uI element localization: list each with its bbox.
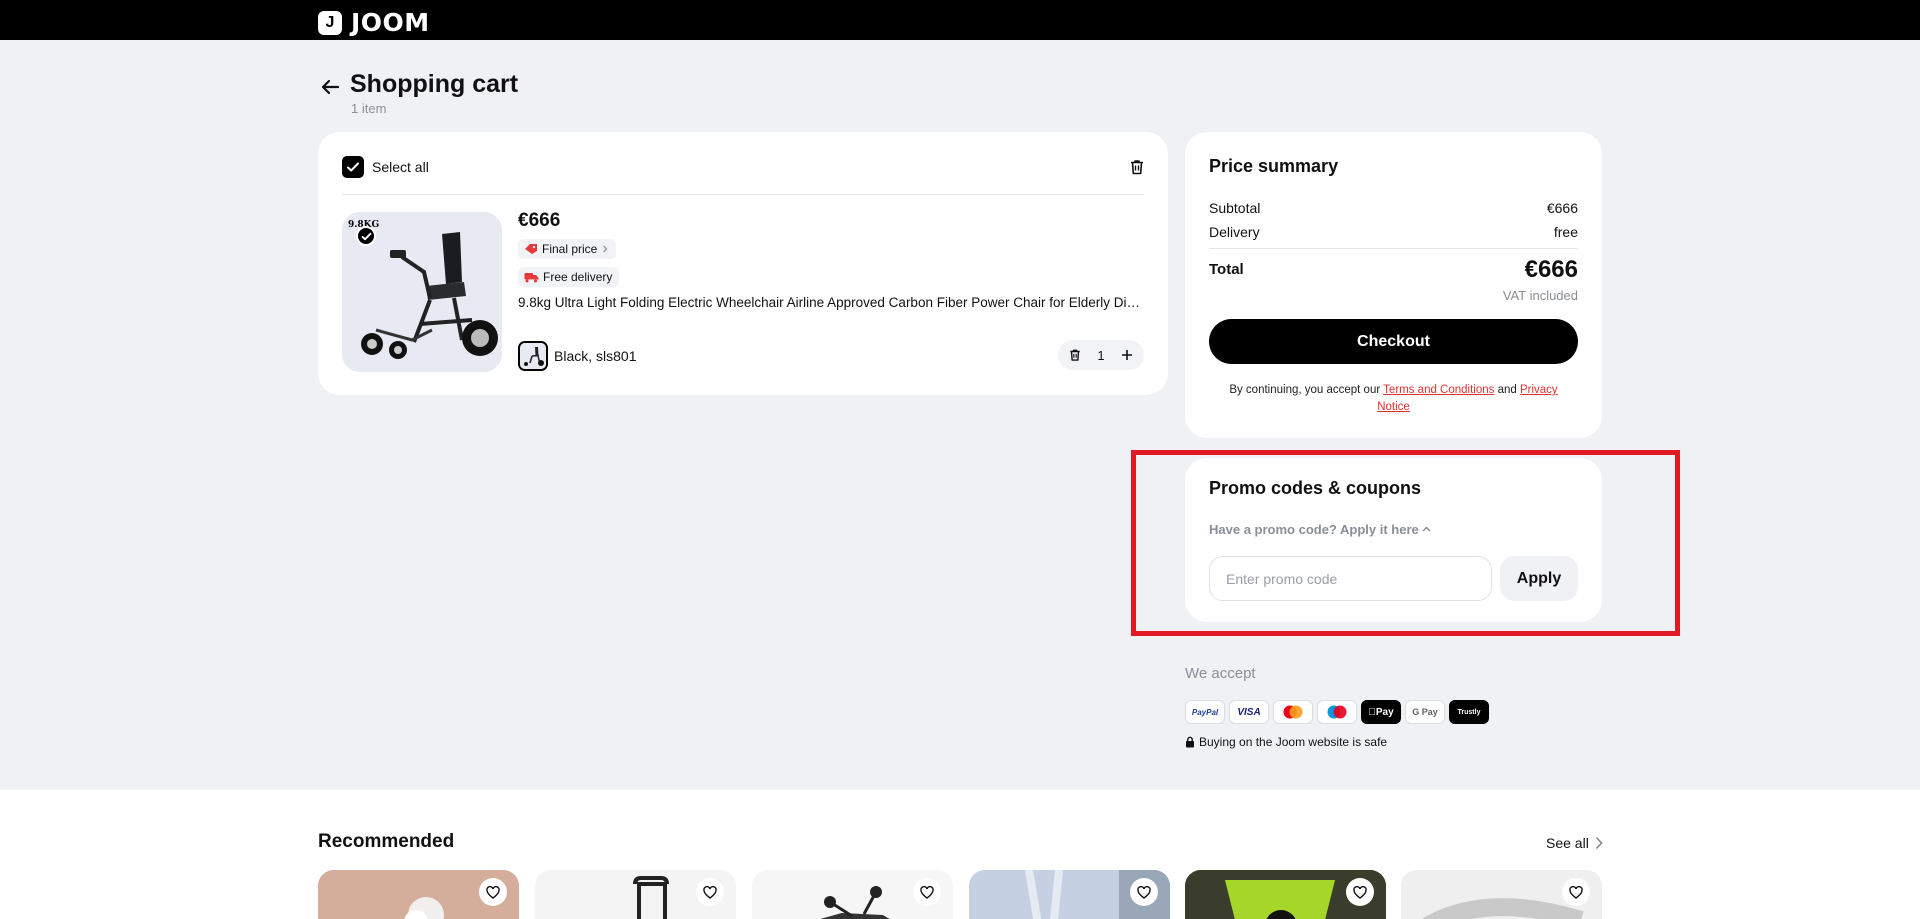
payment-methods: PayPal VISA Pay G Pay Trustly bbox=[1185, 700, 1489, 724]
total-label: Total bbox=[1209, 261, 1244, 278]
google-pay-icon: G Pay bbox=[1405, 700, 1445, 724]
price-summary-card: Price summary Subtotal €666 Delivery fre… bbox=[1185, 132, 1602, 438]
mastercard-icon bbox=[1273, 700, 1313, 724]
wheelchair-thumbnail-image bbox=[520, 343, 546, 369]
promo-code-input[interactable] bbox=[1209, 556, 1492, 601]
delivery-label: Delivery bbox=[1209, 224, 1260, 240]
favorite-heart-icon[interactable] bbox=[696, 878, 724, 906]
product-image[interactable]: 9.8KG bbox=[342, 212, 502, 372]
checkout-button[interactable]: Checkout bbox=[1209, 319, 1578, 364]
remove-item-button[interactable] bbox=[1066, 346, 1084, 364]
variant-thumbnail bbox=[518, 341, 548, 371]
item-checkbox[interactable] bbox=[356, 226, 376, 246]
maestro-icon bbox=[1317, 700, 1357, 724]
top-bar: J JOOM bbox=[0, 0, 1920, 40]
trash-icon bbox=[1070, 349, 1080, 361]
promo-title: Promo codes & coupons bbox=[1209, 478, 1422, 498]
chevron-up-icon bbox=[1422, 526, 1431, 532]
promo-toggle-label: Have a promo code? Apply it here bbox=[1209, 522, 1419, 537]
final-price-label: Final price bbox=[542, 242, 598, 256]
recommended-product-card[interactable] bbox=[752, 870, 953, 919]
lock-icon bbox=[1186, 736, 1194, 748]
legal-prefix: By continuing, you accept our bbox=[1229, 384, 1384, 396]
quantity-stepper: 1 bbox=[1058, 340, 1144, 370]
free-delivery-label: Free delivery bbox=[543, 270, 613, 284]
divider bbox=[342, 194, 1144, 195]
google-pay-label: G Pay bbox=[1412, 707, 1438, 717]
item-count: 1 item bbox=[351, 101, 387, 116]
back-arrow-icon[interactable] bbox=[318, 75, 342, 99]
paypal-icon: PayPal bbox=[1185, 700, 1225, 724]
free-delivery-badge: Free delivery bbox=[518, 267, 620, 287]
trustly-label: Trustly bbox=[1457, 708, 1481, 716]
apple-pay-icon: Pay bbox=[1361, 700, 1401, 724]
apply-promo-button[interactable]: Apply bbox=[1500, 556, 1578, 601]
favorite-heart-icon[interactable] bbox=[1130, 878, 1158, 906]
check-icon bbox=[347, 162, 359, 172]
divider bbox=[1209, 248, 1578, 249]
recommended-section: Recommended See all bbox=[0, 790, 1920, 919]
visa-icon: VISA bbox=[1229, 700, 1269, 724]
recommended-product-card[interactable] bbox=[318, 870, 519, 919]
apple-pay-label: Pay bbox=[1368, 706, 1393, 718]
trustly-icon: Trustly bbox=[1449, 700, 1489, 724]
total-value: €666 bbox=[1524, 256, 1578, 283]
item-price: €666 bbox=[518, 210, 561, 231]
price-summary-title: Price summary bbox=[1209, 156, 1339, 176]
see-all-label: See all bbox=[1546, 835, 1589, 851]
joom-logo[interactable]: J JOOM bbox=[318, 8, 430, 37]
terms-link[interactable]: Terms and Conditions bbox=[1383, 384, 1494, 396]
delivery-truck-icon bbox=[524, 272, 539, 282]
legal-notice: By continuing, you accept our Terms and … bbox=[1215, 382, 1572, 416]
favorite-heart-icon[interactable] bbox=[479, 878, 507, 906]
delivery-value: free bbox=[1553, 224, 1578, 240]
recommended-product-card[interactable] bbox=[1401, 870, 1602, 919]
paypal-label: PayPal bbox=[1191, 707, 1219, 717]
see-all-link[interactable]: See all bbox=[1546, 835, 1603, 851]
promo-toggle[interactable]: Have a promo code? Apply it here bbox=[1209, 522, 1431, 537]
price-tag-icon bbox=[525, 244, 537, 254]
joom-logo-text: JOOM bbox=[351, 8, 430, 37]
favorite-heart-icon[interactable] bbox=[1562, 878, 1590, 906]
legal-and: and bbox=[1494, 384, 1520, 396]
we-accept-label: We accept bbox=[1185, 665, 1256, 682]
page-title: Shopping cart bbox=[350, 70, 519, 98]
increase-quantity-button[interactable] bbox=[1118, 346, 1136, 364]
visa-label: VISA bbox=[1237, 706, 1261, 718]
promo-codes-card: Promo codes & coupons Have a promo code?… bbox=[1185, 458, 1602, 622]
mastercard-logo bbox=[1283, 705, 1303, 719]
maestro-logo bbox=[1327, 705, 1347, 719]
subtotal-label: Subtotal bbox=[1209, 200, 1261, 216]
favorite-heart-icon[interactable] bbox=[1346, 878, 1374, 906]
subtotal-value: €666 bbox=[1546, 200, 1578, 216]
product-name[interactable]: 9.8kg Ultra Light Folding Electric Wheel… bbox=[518, 295, 1143, 310]
select-all-checkbox[interactable] bbox=[342, 156, 364, 178]
recommended-product-card[interactable] bbox=[1185, 870, 1386, 919]
check-icon bbox=[361, 232, 371, 240]
final-price-badge[interactable]: Final price bbox=[518, 239, 617, 259]
recommended-product-card[interactable] bbox=[535, 870, 736, 919]
delete-selected-trash-icon[interactable] bbox=[1128, 158, 1146, 176]
quantity-value: 1 bbox=[1097, 347, 1105, 363]
chevron-right-icon bbox=[603, 245, 608, 253]
chevron-right-icon bbox=[1595, 836, 1603, 850]
joom-logo-mark: J bbox=[318, 10, 342, 35]
recommended-product-card[interactable] bbox=[969, 870, 1170, 919]
safe-purchase-text: Buying on the Joom website is safe bbox=[1199, 735, 1388, 749]
recommended-title: Recommended bbox=[318, 831, 455, 852]
favorite-heart-icon[interactable] bbox=[913, 878, 941, 906]
plus-icon bbox=[1121, 350, 1132, 360]
select-all-label[interactable]: Select all bbox=[372, 159, 429, 175]
vat-note: VAT included bbox=[1502, 288, 1578, 303]
safe-purchase-note: Buying on the Joom website is safe bbox=[1185, 735, 1387, 749]
variant-label: Black, sls801 bbox=[554, 348, 637, 364]
cart-items-card: Select all 9.8KG €666 Final price Free d… bbox=[318, 132, 1168, 395]
